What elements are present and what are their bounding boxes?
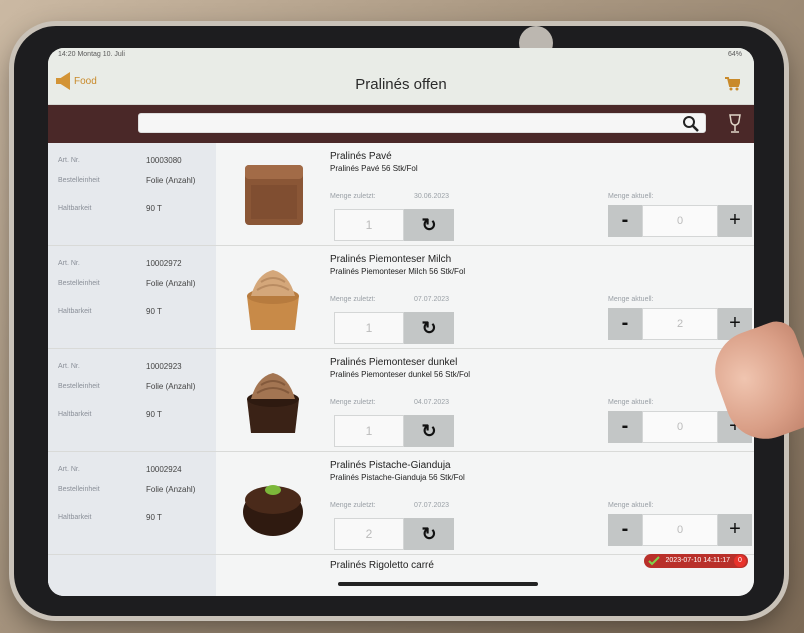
search-bar <box>48 105 754 143</box>
unit-label: Bestelleinheit <box>58 177 100 184</box>
reorder-button[interactable]: ↻ <box>404 518 454 550</box>
product-meta: Art. Nr. 10003080 Bestelleinheit Folie (… <box>48 143 216 245</box>
current-qty-input[interactable]: 0 <box>642 205 718 237</box>
product-list: Art. Nr. 10003080 Bestelleinheit Folie (… <box>48 143 754 596</box>
last-order-date: 07.07.2023 <box>414 502 450 509</box>
last-qty-label: Menge zuletzt: <box>330 193 376 200</box>
last-qty-value: 1 <box>334 415 404 447</box>
product-meta: Art. Nr. 10002924 Bestelleinheit Folie (… <box>48 452 216 554</box>
shelf-life-label: Haltbarkeit <box>58 514 92 521</box>
refresh-icon: ↻ <box>421 421 437 441</box>
last-qty-label: Menge zuletzt: <box>330 502 376 509</box>
status-bar: 14:20 Montag 10. Juli 64% <box>48 48 754 64</box>
current-qty-label: Menge aktuell: <box>608 399 654 406</box>
art-nr-label: Art. Nr. <box>58 363 80 370</box>
product-image <box>247 270 299 330</box>
product-image <box>247 373 299 433</box>
last-order-date: 04.07.2023 <box>414 399 450 406</box>
unit-label: Bestelleinheit <box>58 486 100 493</box>
list-item: Art. Nr. 10002972 Bestelleinheit Folie (… <box>48 246 754 349</box>
product-description: Pralinés Piemonteser Milch 56 Stk/Fol <box>330 267 466 276</box>
product-image <box>245 165 303 225</box>
cart-icon[interactable] <box>724 76 740 92</box>
status-time: 14:20 Montag 10. Juli <box>58 51 125 58</box>
reorder-button[interactable]: ↻ <box>404 312 454 344</box>
nav-bar: Food Pralinés offen <box>48 64 754 105</box>
current-qty-input[interactable]: 2 <box>642 308 718 340</box>
list-item: Art. Nr. 10002923 Bestelleinheit Folie (… <box>48 349 754 452</box>
refresh-icon: ↻ <box>421 215 437 235</box>
decrease-qty-button[interactable]: - <box>608 205 642 237</box>
product-meta <box>48 555 216 596</box>
last-order-date: 07.07.2023 <box>414 296 450 303</box>
shelf-life-label: Haltbarkeit <box>58 205 92 212</box>
unit-value: Folie (Anzahl) <box>146 485 196 494</box>
last-qty-label: Menge zuletzt: <box>330 399 376 406</box>
reorder-button[interactable]: ↻ <box>404 209 454 241</box>
last-qty-value: 2 <box>334 518 404 550</box>
sync-timestamp: 2023-07-10 14:11:17 <box>665 557 730 564</box>
last-qty-value: 1 <box>334 312 404 344</box>
unit-value: Folie (Anzahl) <box>146 176 196 185</box>
increase-qty-button[interactable]: + <box>718 514 752 546</box>
pending-count-badge: 0 <box>734 555 746 567</box>
shelf-life-label: Haltbarkeit <box>58 308 92 315</box>
product-name: Pralinés Pistache-Gianduja <box>330 460 451 471</box>
shelf-life-value: 90 T <box>146 513 162 522</box>
product-name: Pralinés Piemonteser Milch <box>330 254 452 265</box>
list-item: Art. Nr. 10003080 Bestelleinheit Folie (… <box>48 143 754 246</box>
product-image <box>243 485 303 536</box>
search-icon[interactable] <box>682 115 700 133</box>
home-indicator[interactable] <box>338 582 538 586</box>
shelf-life-label: Haltbarkeit <box>58 411 92 418</box>
last-order-date: 30.06.2023 <box>414 193 450 200</box>
current-qty-label: Menge aktuell: <box>608 502 654 509</box>
reorder-button[interactable]: ↻ <box>404 415 454 447</box>
page-title: Pralinés offen <box>355 76 447 93</box>
art-nr-label: Art. Nr. <box>58 260 80 267</box>
product-description: Pralinés Piemonteser dunkel 56 Stk/Fol <box>330 370 471 379</box>
current-qty-input[interactable]: 0 <box>642 514 718 546</box>
increase-qty-button[interactable]: + <box>718 205 752 237</box>
unit-value: Folie (Anzahl) <box>146 279 196 288</box>
product-name: Pralinés Rigoletto carré <box>330 560 434 571</box>
decrease-qty-button[interactable]: - <box>608 514 642 546</box>
app-screen: 14:20 Montag 10. Juli 64% Food Pralinés … <box>48 48 754 596</box>
art-nr-label: Art. Nr. <box>58 466 80 473</box>
wine-glass-icon[interactable] <box>728 114 742 134</box>
product-description: Pralinés Pavé 56 Stk/Fol <box>330 164 418 173</box>
battery-level: 64% <box>727 51 742 58</box>
refresh-icon: ↻ <box>421 318 437 338</box>
product-meta: Art. Nr. 10002972 Bestelleinheit Folie (… <box>48 246 216 348</box>
sync-check-icon <box>647 556 660 566</box>
sync-status-badge[interactable]: 2023-07-10 14:11:17 0 <box>643 554 748 568</box>
shelf-life-value: 90 T <box>146 410 162 419</box>
unit-label: Bestelleinheit <box>58 383 100 390</box>
unit-value: Folie (Anzahl) <box>146 382 196 391</box>
current-qty-label: Menge aktuell: <box>608 296 654 303</box>
search-input[interactable] <box>138 113 706 133</box>
product-name: Pralinés Pavé <box>330 151 392 162</box>
current-qty-label: Menge aktuell: <box>608 193 654 200</box>
product-description: Pralinés Pistache-Gianduja 56 Stk/Fol <box>330 473 465 482</box>
art-nr-value: 10003080 <box>146 156 182 165</box>
product-meta: Art. Nr. 10002923 Bestelleinheit Folie (… <box>48 349 216 451</box>
list-item: Art. Nr. 10002924 Bestelleinheit Folie (… <box>48 452 754 555</box>
art-nr-value: 10002972 <box>146 259 182 268</box>
last-qty-value: 1 <box>334 209 404 241</box>
tablet-device: 14:20 Montag 10. Juli 64% Food Pralinés … <box>14 26 784 616</box>
refresh-icon: ↻ <box>421 524 437 544</box>
art-nr-value: 10002924 <box>146 465 182 474</box>
art-nr-value: 10002923 <box>146 362 182 371</box>
product-name: Pralinés Piemonteser dunkel <box>330 357 458 368</box>
current-qty-input[interactable]: 0 <box>642 411 718 443</box>
last-qty-label: Menge zuletzt: <box>330 296 376 303</box>
shelf-life-value: 90 T <box>146 307 162 316</box>
shelf-life-value: 90 T <box>146 204 162 213</box>
decrease-qty-button[interactable]: - <box>608 308 642 340</box>
decrease-qty-button[interactable]: - <box>608 411 642 443</box>
unit-label: Bestelleinheit <box>58 280 100 287</box>
art-nr-label: Art. Nr. <box>58 157 80 164</box>
